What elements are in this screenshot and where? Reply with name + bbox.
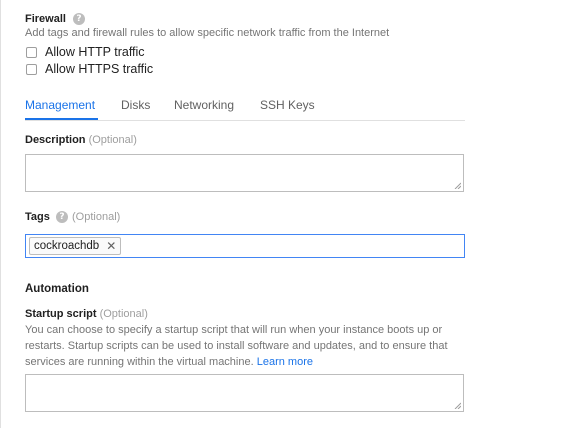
close-icon[interactable]: ✕	[106, 240, 116, 252]
tag-chip-label: cockroachdb	[34, 240, 100, 252]
tabs-divider	[25, 120, 465, 121]
panel-left-border	[0, 0, 1, 428]
description-label-text: Description	[25, 134, 86, 146]
startup-script-label-text: Startup script	[25, 308, 97, 320]
startup-script-optional: (Optional)	[99, 308, 148, 320]
startup-script-textarea[interactable]	[25, 374, 464, 412]
allow-http-label: Allow HTTP traffic	[45, 45, 145, 59]
tab-networking[interactable]: Networking	[174, 98, 234, 112]
tab-disks[interactable]: Disks	[121, 98, 150, 112]
tab-management[interactable]: Management	[25, 98, 95, 112]
startup-script-help: You can choose to specify a startup scri…	[25, 322, 465, 370]
automation-heading: Automation	[25, 283, 89, 295]
description-textarea[interactable]	[25, 154, 464, 192]
allow-http-checkbox-row[interactable]: Allow HTTP traffic	[26, 45, 145, 59]
firewall-heading: Firewall	[25, 13, 66, 25]
tab-ssh-keys[interactable]: SSH Keys	[260, 98, 315, 112]
firewall-description: Add tags and firewall rules to allow spe…	[25, 27, 390, 39]
description-optional: (Optional)	[88, 134, 137, 146]
allow-https-checkbox[interactable]	[26, 63, 37, 75]
tags-label: Tags	[25, 211, 50, 223]
startup-script-label: Startup script (Optional)	[25, 308, 148, 320]
resize-grip-icon[interactable]	[454, 182, 461, 189]
allow-https-label: Allow HTTPS traffic	[45, 62, 154, 76]
settings-tabs: Management Disks Networking SSH Keys	[25, 96, 465, 121]
tag-chip: cockroachdb ✕	[29, 237, 122, 255]
tags-input[interactable]: cockroachdb ✕	[25, 234, 465, 258]
resize-grip-icon[interactable]	[454, 402, 461, 409]
allow-https-checkbox-row[interactable]: Allow HTTPS traffic	[26, 62, 153, 76]
description-label: Description (Optional)	[25, 134, 137, 146]
allow-http-checkbox[interactable]	[26, 46, 37, 58]
tags-optional: (Optional)	[72, 211, 121, 223]
learn-more-link[interactable]: Learn more	[257, 356, 313, 368]
help-icon[interactable]: ?	[73, 13, 85, 25]
help-icon[interactable]: ?	[56, 211, 68, 223]
startup-script-help-text: You can choose to specify a startup scri…	[25, 324, 448, 368]
